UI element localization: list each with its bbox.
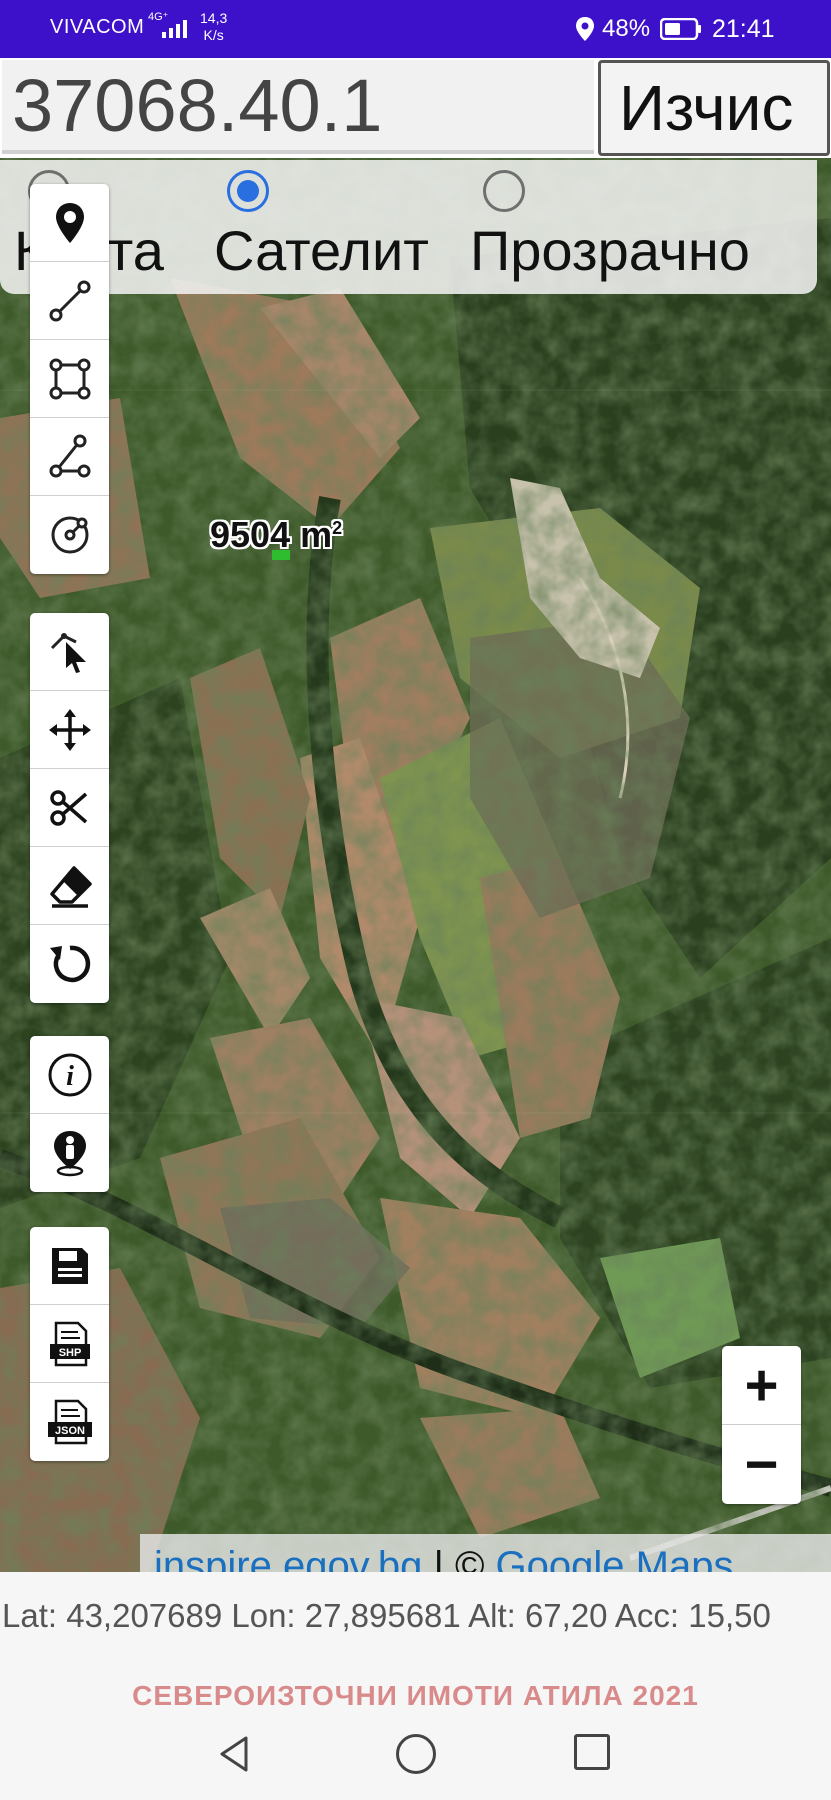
carrier-name: VIVACOM [50, 16, 145, 38]
satellite-imagery [0, 158, 831, 1572]
home-icon[interactable] [396, 1734, 436, 1774]
system-nav-bar [0, 1720, 831, 1800]
my-location-button[interactable] [30, 1114, 109, 1192]
parcel-polygon[interactable] [272, 550, 290, 560]
undo-button[interactable] [30, 925, 109, 1003]
area-unit-power: 2 [332, 518, 343, 538]
network-speed: 14,3 K/s [200, 10, 227, 44]
area-value: 9504 m [210, 514, 333, 555]
attribution-separator: | © [422, 1544, 496, 1572]
cut-button[interactable] [30, 769, 109, 847]
select-button[interactable] [30, 613, 109, 691]
parcel-id-input[interactable] [2, 60, 594, 154]
export-toolbar: SHP JSON [30, 1227, 109, 1461]
json-label: JSON [55, 1425, 85, 1437]
speed-value: 14,3 [200, 10, 228, 26]
location-icon [576, 17, 594, 41]
zoom-out-button[interactable]: − [722, 1425, 801, 1504]
shp-label: SHP [58, 1347, 81, 1359]
company-name: СЕВЕРОИЗТОЧНИ ИМОТИ АТИЛА 2021 [132, 1680, 699, 1711]
speed-unit: K/s [203, 27, 224, 43]
gps-coordinates: Lat: 43,207689 Lon: 27,895681 Alt: 67,20… [2, 1597, 771, 1634]
status-bar: VIVACOM 4G⁺ 14,3 K/s 48% 21:41 [0, 0, 831, 58]
radio-satellite-label[interactable]: Сателит [214, 218, 429, 283]
draw-marker-button[interactable] [30, 184, 109, 262]
marker-icon [55, 202, 84, 243]
angle-icon [49, 434, 90, 477]
back-icon[interactable] [216, 1734, 256, 1774]
radio-transparent-label[interactable]: Прозрачно [470, 218, 750, 283]
polygon-icon [49, 358, 90, 399]
signal-icon [162, 20, 187, 38]
circle-icon [51, 516, 88, 554]
rotate-icon [49, 945, 90, 983]
radio-transparent[interactable] [483, 170, 525, 212]
map-view[interactable]: inspire.egov.bg | © Google Maps [0, 158, 831, 1572]
battery-percent: 48% [602, 15, 651, 42]
cut-icon [49, 789, 87, 826]
line-icon [49, 280, 90, 321]
shp-file-icon: SHP [49, 1321, 90, 1366]
google-maps-link[interactable]: Google Maps [496, 1544, 734, 1572]
export-json-button[interactable]: JSON [30, 1383, 109, 1461]
move-icon [48, 708, 91, 751]
info-button[interactable]: i [30, 1036, 109, 1114]
person-location-icon [53, 1131, 86, 1177]
move-button[interactable] [30, 691, 109, 769]
calculate-button[interactable]: Изчис [598, 60, 830, 156]
inspire-link[interactable]: inspire.egov.bg [154, 1544, 422, 1572]
draw-polygon-button[interactable] [30, 340, 109, 418]
clock: 21:41 [712, 15, 775, 43]
layer-selector: Карта Сателит Прозрачно [0, 160, 817, 294]
draw-circle-button[interactable] [30, 496, 109, 574]
info-toolbar: i [30, 1036, 109, 1192]
save-icon [51, 1247, 88, 1284]
svg-text:i: i [66, 1061, 74, 1092]
battery-icon [660, 18, 701, 40]
edit-toolbar [30, 613, 109, 1003]
json-file-icon: JSON [47, 1399, 92, 1445]
info-icon: i [48, 1053, 91, 1096]
recent-apps-icon[interactable] [574, 1734, 610, 1770]
export-shp-button[interactable]: SHP [30, 1305, 109, 1383]
draw-angle-button[interactable] [30, 418, 109, 496]
select-pointer-icon [50, 632, 86, 673]
zoom-in-button[interactable]: + [722, 1346, 801, 1425]
zoom-control: + − [722, 1346, 801, 1504]
search-bar: Изчис [0, 58, 831, 158]
radio-satellite[interactable] [227, 170, 269, 212]
draw-toolbar [30, 184, 109, 574]
map-attribution: inspire.egov.bg | © Google Maps [140, 1534, 831, 1572]
save-button[interactable] [30, 1227, 109, 1305]
draw-line-button[interactable] [30, 262, 109, 340]
eraser-icon [49, 865, 92, 908]
erase-button[interactable] [30, 847, 109, 925]
